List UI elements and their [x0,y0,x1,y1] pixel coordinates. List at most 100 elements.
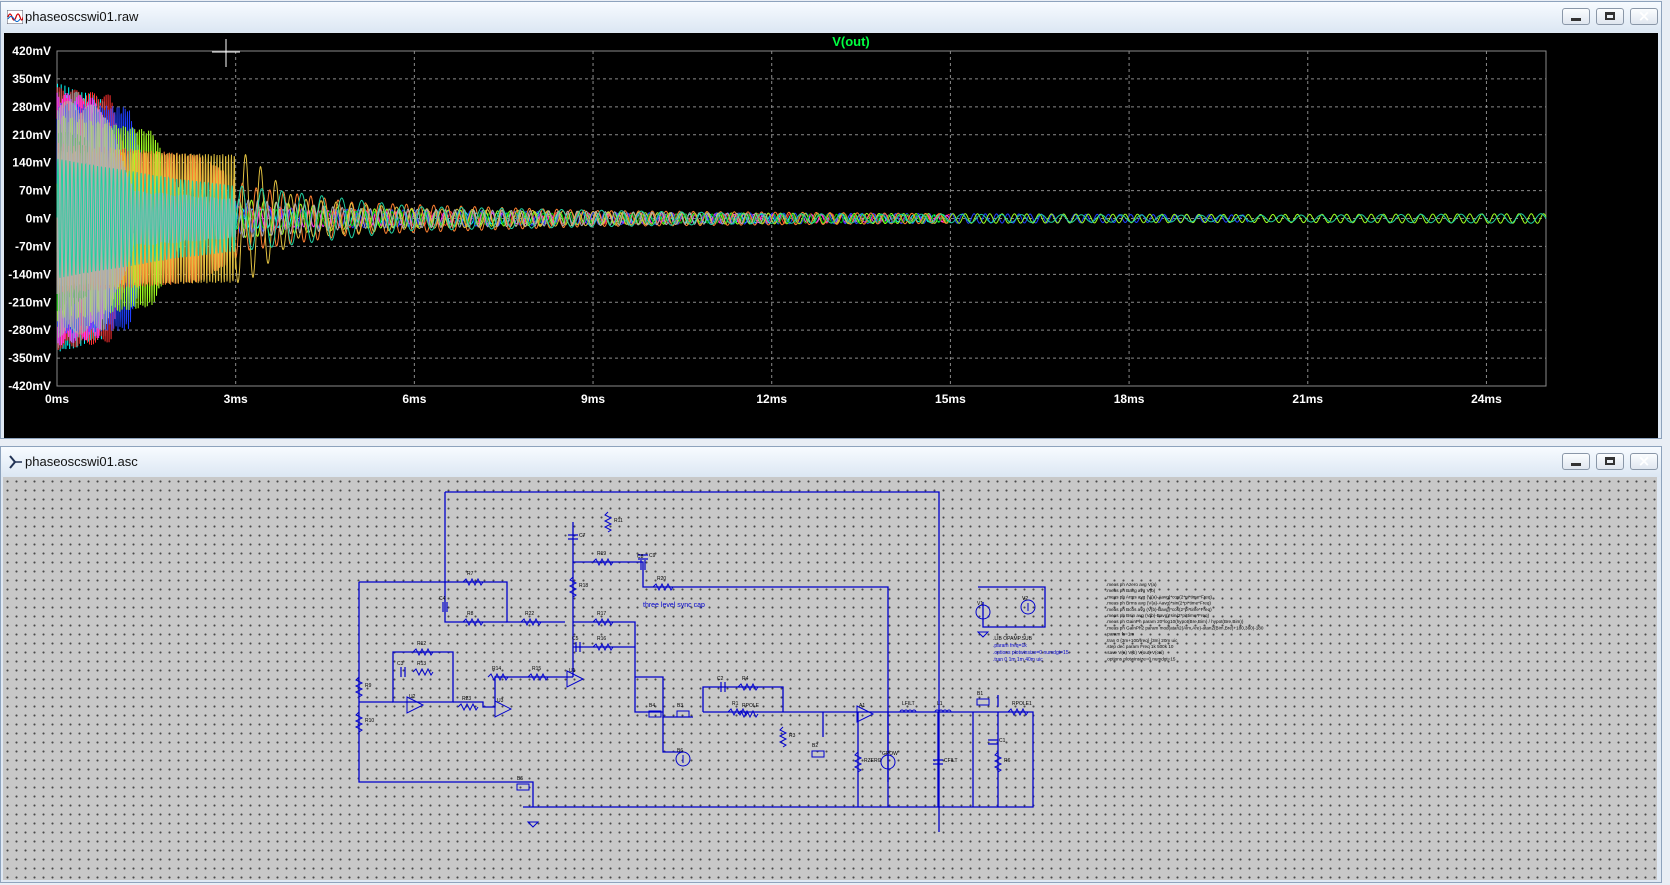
component-label: R23 [462,696,471,702]
component-c7[interactable]: C7 [568,533,586,540]
component-label: R14 [492,666,501,672]
component-v2[interactable]: V2 [1020,596,1036,615]
minimize-icon [1571,463,1581,466]
plot-window-title: phaseoscswi01.raw [25,9,139,24]
plot-window-titlebar[interactable]: phaseoscswi01.raw × [1,2,1661,32]
y-tick-label: 140mV [12,156,51,170]
component-c1[interactable]: C1 [988,738,1006,745]
source-directive-line[interactable]: .tran 0 1m 1m 40m uic [993,657,1043,663]
component-r9[interactable]: R9 [354,676,372,698]
component-c2[interactable]: C2 [717,676,726,692]
component-b4[interactable]: B4 [648,703,662,718]
component-r11[interactable]: R11 [603,511,623,533]
component-r4[interactable]: R4 [737,676,759,692]
component-c4[interactable]: C4 [439,596,448,612]
x-tick-label: 18ms [1114,392,1145,406]
component-r7[interactable]: R7 [462,571,484,587]
spice-directive-line[interactable]: .meas ph Azero avg V(a) [1106,582,1157,587]
component-label: C4 [439,596,446,602]
component-label: R12 [417,641,426,647]
component-b1[interactable]: B1 [976,691,990,706]
component-label: R18 [579,583,588,589]
component-r16[interactable]: R16 [592,636,614,652]
component-lfilt[interactable]: LFILT [899,701,917,713]
component-r3[interactable]: R3 [778,726,796,748]
y-tick-label: 350mV [12,72,51,86]
component-r23[interactable]: R23 [457,696,479,712]
spice-directive-line[interactable]: .tran 0 {3m+100/freq} {3m} 20m uic [1106,638,1178,643]
component-r20[interactable]: R20 [652,576,674,592]
component-label: C7 [579,533,586,539]
component-r12[interactable]: R12 [412,641,434,657]
spice-directive-line[interactable]: .options plotwinsize=0 numdgt=15 [1106,656,1176,661]
spice-directive-line[interactable]: .meas ph Bavg avg V(b) [1106,588,1156,593]
component-c3[interactable]: C3 [397,661,406,677]
component-r6[interactable]: R6 [993,751,1011,773]
y-tick-label: 420mV [12,44,51,58]
component-b6[interactable]: B6 [675,748,691,767]
component-label: RPOLE1 [1012,701,1032,707]
component-label: C5 [572,636,579,642]
schematic-minimize-button[interactable] [1562,453,1590,470]
close-icon: × [1637,452,1651,470]
schematic-maximize-button[interactable] [1596,453,1624,470]
y-tick-label: -280mV [8,323,51,337]
component-label: R13 [417,661,426,667]
spice-directive-line[interactable]: .meas ph Arms avg (V(a)-Aavg)*cos(2*pi*t… [1106,594,1212,599]
component-l1[interactable]: L1 [934,701,952,713]
trace-title[interactable]: V(out) [832,34,870,49]
component-label: RZERO [864,758,882,764]
source-directives[interactable]: .LIB OPAMP.SUB.param freq=1k.options plo… [993,636,1069,663]
y-tick-label: -350mV [8,351,51,365]
plot-minimize-button[interactable] [1562,8,1590,25]
component-cfilt[interactable]: CFILT [933,758,958,765]
spice-directive-line[interactable]: .meas ph GainPh2 param mod(atan2(Aim,Are… [1106,625,1264,630]
x-tick-label: 0ms [45,392,69,406]
component-r13[interactable]: R13 [412,661,434,677]
waveform-plot-pane[interactable]: 0ms 3ms 6ms 9ms 12ms 15ms 18ms 21ms 24ms 420mV 350… [4,33,1658,438]
component-label: B1 [977,691,983,697]
component-rpole1[interactable]: RPOLE1 [1007,701,1032,717]
component-r22[interactable]: R22 [520,611,542,627]
source-directive-line[interactable]: .LIB OPAMP.SUB [993,636,1033,642]
spice-directive-line[interactable]: .meas ph Bcos avg (V(b)-Bavg)*cos(2*pi*t… [1106,607,1212,612]
component-label: C1 [999,738,1006,744]
component-label: C8 [637,554,644,560]
y-tick-label: -70mV [15,239,51,253]
y-tick-label: -140mV [8,267,51,281]
component-r19[interactable]: R19 [592,551,614,567]
component-b3[interactable]: B3 [676,703,690,718]
schematic-window-titlebar[interactable]: phaseoscswi01.asc × [1,447,1661,477]
component-rpole[interactable]: RPOLE [737,703,760,719]
wires [358,491,1046,832]
component-u3[interactable]: U3 [494,698,513,718]
source-directive-line[interactable]: .options plotwinsize=0 numdgt=15 [993,650,1069,656]
component-r8[interactable]: R8 [462,611,484,627]
x-tick-label: 12ms [756,392,787,406]
component-b2[interactable]: B2 [811,743,825,758]
component-r17[interactable]: R17 [592,611,614,627]
component-gpow[interactable]: GPOW [880,751,898,770]
source-directive-line[interactable]: .param freq=1k [993,643,1027,649]
spice-directive-line[interactable]: .save V(a) V(b) V(out) V(cal) [1106,650,1164,655]
plot-window: phaseoscswi01.raw × 0ms 3ms 6ms 9ms 12ms 15ms… [0,1,1662,439]
spice-directive-line[interactable]: .meas ph Brms avg (V(a)-Aavg)*sin(2*pi*t… [1106,601,1211,606]
schematic-canvas[interactable]: R7 C4 R8 R22 C7 R11 C9 R19 C8 R20 R18 R17 C5 R16 R12 C3… [3,477,1657,880]
schematic-close-button[interactable]: × [1630,452,1658,470]
circuit-schematic[interactable]: R7 C4 R8 R22 C7 R11 C9 R19 C8 R20 R18 R17 C5 R16 R12 C3… [3,477,1657,880]
spice-directive-line[interactable]: .step dec param Freq 1k 500k 10 [1106,644,1174,649]
spice-directive-line[interactable]: .meas ph Bsin avg (V(b)-Bavg)*sin(2*pi*t… [1106,613,1210,618]
component-r15[interactable]: R15 [527,666,549,682]
schematic-annotation[interactable]: three level sync cap [643,602,705,609]
component-rzero[interactable]: RZERO [853,751,882,773]
component-label: A1 [859,703,865,709]
plot-maximize-button[interactable] [1596,8,1624,25]
component-b5[interactable]: B5 [516,776,530,791]
spice-directive-line[interactable]: .meas ph GainPh param 20*log10(hypot(Bre… [1106,619,1244,624]
component-r14[interactable]: R14 [487,666,509,682]
plot-close-button[interactable]: × [1630,7,1658,25]
component-u2[interactable]: U2 [406,694,425,714]
spice-directives[interactable]: .meas ph Azero avg V(a).meas ph Bavg avg… [1106,582,1264,661]
component-label: V1 [977,601,983,607]
spice-directive-line[interactable]: .param fs=1m [1106,632,1134,637]
